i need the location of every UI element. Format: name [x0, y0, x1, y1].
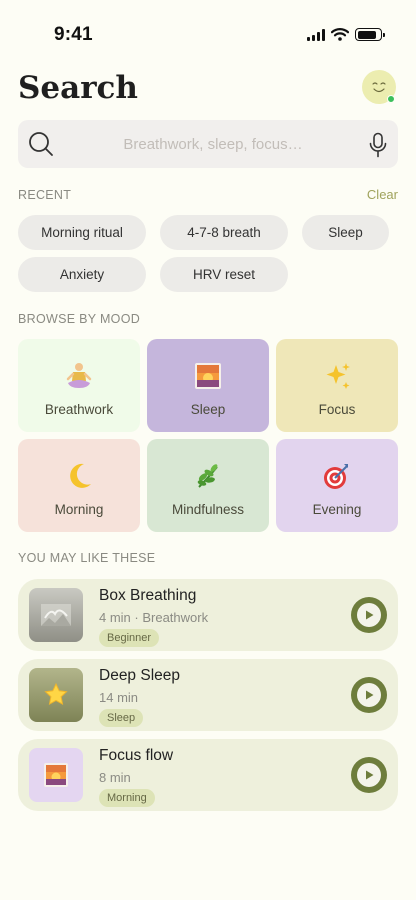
- mood-label: Morning: [54, 502, 104, 517]
- recent-section-label: RECENT: [18, 188, 72, 202]
- crescent-moon-icon: [62, 459, 96, 493]
- sunset-icon: [29, 748, 83, 802]
- battery-icon: [355, 28, 385, 41]
- target-icon: [320, 459, 354, 493]
- herb-icon: [191, 459, 225, 493]
- mood-tile-sleep[interactable]: Sleep: [147, 339, 269, 432]
- mood-tile-morning[interactable]: Morning: [18, 439, 140, 532]
- recommendation-card[interactable]: Deep Sleep 14 min Sleep: [18, 659, 398, 731]
- meditation-icon: [62, 359, 96, 393]
- play-icon: [357, 763, 381, 787]
- search-bar[interactable]: [18, 120, 398, 168]
- mood-label: Sleep: [190, 402, 226, 417]
- recommendation-tag: Sleep: [99, 709, 144, 727]
- star-icon: [29, 668, 83, 722]
- mood-label: Focus: [318, 402, 356, 417]
- recommendation-title: Focus flow: [99, 747, 174, 764]
- play-button[interactable]: [351, 677, 387, 713]
- smiley-face-icon: [372, 82, 386, 93]
- battery-fill: [357, 30, 377, 39]
- play-icon: [357, 603, 381, 627]
- sunset-icon: [191, 359, 225, 393]
- recent-chip[interactable]: HRV reset: [160, 257, 288, 292]
- recommendation-meta: 14 min: [99, 690, 139, 705]
- recent-chip[interactable]: 4-7-8 breath: [160, 215, 288, 250]
- recent-chip[interactable]: Sleep: [302, 215, 389, 250]
- clear-recent-button[interactable]: Clear: [367, 187, 398, 202]
- play-icon: [357, 683, 381, 707]
- status-bar: 9:41: [0, 0, 416, 72]
- mood-tile-breathwork[interactable]: Breathwork: [18, 339, 140, 432]
- recommendation-tag: Beginner: [99, 629, 160, 647]
- play-button[interactable]: [351, 597, 387, 633]
- sparkles-icon: [320, 359, 354, 393]
- mood-tile-focus[interactable]: Focus: [276, 339, 398, 432]
- microphone-icon[interactable]: [368, 132, 388, 158]
- recommendations-section-label: YOU MAY LIKE THESE: [18, 551, 156, 565]
- wifi-icon: [331, 28, 349, 41]
- mood-label: Breathwork: [44, 402, 114, 417]
- recommendation-meta: 4 min · Breathwork: [99, 610, 209, 625]
- recent-chip[interactable]: Anxiety: [18, 257, 146, 292]
- mood-tile-mindfulness[interactable]: Mindfulness: [147, 439, 269, 532]
- avatar[interactable]: [362, 70, 396, 104]
- misty-landscape-icon: [29, 588, 83, 642]
- recommendation-title: Box Breathing: [99, 587, 197, 604]
- recommendation-tag: Morning: [99, 789, 155, 807]
- play-button[interactable]: [351, 757, 387, 793]
- signal-icon: [307, 28, 325, 41]
- recommendation-card[interactable]: Focus flow 8 min Morning: [18, 739, 398, 811]
- recommendation-meta: 8 min: [99, 770, 131, 785]
- recent-chip[interactable]: Morning ritual: [18, 215, 146, 250]
- mood-label: Evening: [312, 502, 362, 517]
- status-time: 9:41: [54, 24, 93, 45]
- mood-tile-evening[interactable]: Evening: [276, 439, 398, 532]
- status-icons: [307, 28, 385, 41]
- search-icon[interactable]: [28, 131, 54, 157]
- search-input[interactable]: [68, 120, 358, 168]
- recommendation-card[interactable]: Box Breathing 4 min · Breathwork Beginne…: [18, 579, 398, 651]
- browse-section-label: BROWSE BY MOOD: [18, 312, 141, 326]
- recommendation-title: Deep Sleep: [99, 667, 181, 684]
- mood-label: Mindfulness: [171, 502, 245, 517]
- online-status-dot: [387, 95, 395, 103]
- page-title: Search: [18, 70, 138, 106]
